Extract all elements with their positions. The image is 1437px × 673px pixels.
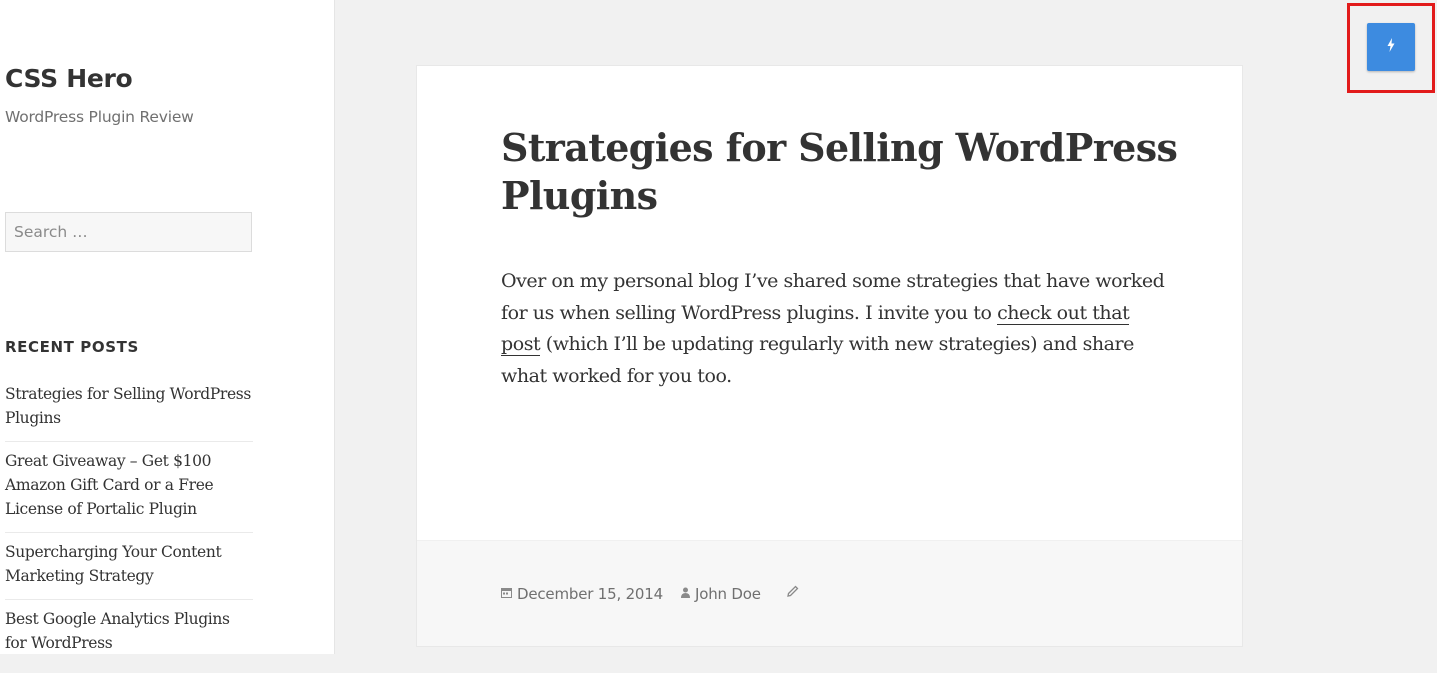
site-description: WordPress Plugin Review	[5, 108, 194, 126]
recent-posts-list: Strategies for Selling WordPress Plugins…	[5, 382, 253, 673]
list-item: Strategies for Selling WordPress Plugins	[5, 382, 253, 442]
post-article: Strategies for Selling WordPress Plugins…	[416, 65, 1243, 647]
lightning-bolt-icon	[1386, 37, 1396, 57]
post-meta-footer: December 15, 2014 John Doe	[417, 540, 1242, 646]
search-input[interactable]	[5, 212, 252, 252]
recent-posts-heading: RECENT POSTS	[5, 338, 139, 356]
post-date-link[interactable]: December 15, 2014	[517, 585, 663, 603]
site-title[interactable]: CSS Hero	[5, 64, 133, 93]
highlight-frame	[1347, 3, 1435, 93]
edit-post[interactable]	[787, 585, 804, 600]
recent-post-link[interactable]: Best Google Analytics Plugins for WordPr…	[5, 610, 230, 652]
recent-post-link[interactable]: Great Giveaway – Get $100 Amazon Gift Ca…	[5, 452, 214, 518]
css-hero-button[interactable]	[1367, 23, 1415, 71]
post-author-link[interactable]: John Doe	[695, 585, 761, 603]
list-item: Supercharging Your Content Marketing Str…	[5, 540, 253, 600]
sidebar: CSS Hero WordPress Plugin Review RECENT …	[0, 0, 335, 654]
post-title[interactable]: Strategies for Selling WordPress Plugins	[501, 124, 1181, 220]
pencil-icon[interactable]	[787, 585, 799, 600]
recent-post-link[interactable]: Strategies for Selling WordPress Plugins	[5, 385, 251, 427]
post-author: John Doe	[681, 585, 761, 603]
post-date: December 15, 2014	[501, 585, 663, 603]
calendar-icon	[501, 587, 512, 601]
post-content: Over on my personal blog I’ve shared som…	[501, 266, 1169, 392]
list-item: Great Giveaway – Get $100 Amazon Gift Ca…	[5, 449, 253, 533]
post-text-after-link: (which I’ll be updating regularly with n…	[501, 333, 1134, 387]
list-item: Best Google Analytics Plugins for WordPr…	[5, 607, 253, 666]
recent-post-link[interactable]: Supercharging Your Content Marketing Str…	[5, 543, 222, 585]
user-icon	[681, 587, 690, 601]
